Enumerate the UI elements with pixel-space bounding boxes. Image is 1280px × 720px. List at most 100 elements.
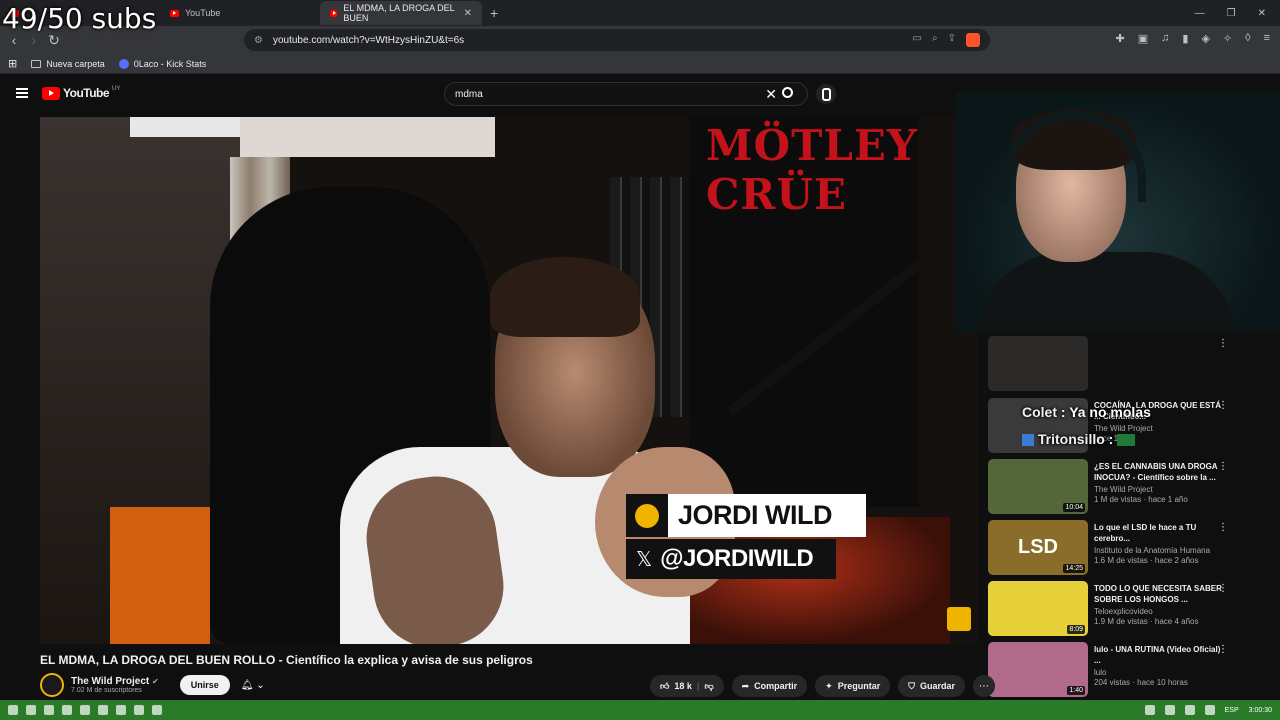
share-button[interactable]: ➦ Compartir — [731, 675, 808, 697]
site-info-icon[interactable]: ⚙ — [254, 35, 263, 46]
brave-icon[interactable] — [44, 705, 54, 715]
explorer-icon[interactable] — [26, 705, 36, 715]
more-options-icon[interactable]: ⋮ — [1218, 461, 1228, 472]
duration-badge: 8:09 — [1067, 625, 1085, 634]
more-options-icon[interactable]: ⋮ — [1218, 400, 1228, 411]
tray-icon[interactable] — [1164, 705, 1175, 715]
rec-views: 1.9 M de vistas · hace 4 años — [1094, 617, 1199, 627]
close-window-icon[interactable]: ✕ — [1258, 8, 1266, 19]
bookmark-item[interactable]: Nueva carpeta — [31, 59, 105, 69]
save-icon: ⛉ — [908, 680, 915, 691]
ask-button[interactable]: ✦ Preguntar — [815, 675, 891, 697]
list-item[interactable]: 10:04 ¿ES EL CANNABIS UNA DROGA INOCUA? … — [988, 459, 1273, 520]
share-icon[interactable]: ⇪ — [948, 33, 956, 47]
shield-icon[interactable]: ◊ — [1245, 32, 1250, 45]
chat-text: : Ya no molas — [1060, 404, 1151, 420]
wifi-icon[interactable] — [1184, 705, 1195, 715]
list-item[interactable]: 8:09 TODO LO QUE NECESITA SABER SOBRE LO… — [988, 581, 1273, 642]
discord-icon[interactable] — [62, 705, 72, 715]
voice-search-icon[interactable] — [816, 84, 836, 104]
tab-label: YouTube — [185, 8, 221, 18]
clock[interactable]: 3:00:30 — [1249, 707, 1272, 714]
video-meta — [1094, 336, 1222, 398]
list-item[interactable]: LSD 14:25 Lo que el LSD le hace a TU cer… — [988, 520, 1273, 581]
video-actions: 👍︎ 18 k | 👎︎ ➦ Compartir ✦ Preguntar ⛉ G… — [650, 675, 996, 697]
language-indicator[interactable]: ESP — [1225, 707, 1239, 714]
youtube-logo[interactable]: YouTube UY — [42, 86, 120, 100]
hamburger-menu-icon[interactable] — [16, 88, 28, 98]
minimize-icon[interactable]: — — [1195, 8, 1205, 19]
channel-row: The Wild Project ✔ 7.02 M de suscriptore… — [40, 673, 265, 697]
clear-search-icon[interactable]: ✕ — [765, 86, 777, 103]
video-thumbnail[interactable]: LSD 14:25 — [988, 520, 1088, 575]
kick-icon — [118, 58, 129, 69]
channel-name-text: The Wild Project — [71, 676, 150, 687]
duration-badge: 14:25 — [1063, 564, 1085, 573]
list-item[interactable]: 1:40 lulo - UNA RUTINA (Video Oficial) .… — [988, 642, 1273, 703]
leo-icon[interactable]: ✧ — [1223, 32, 1232, 45]
more-actions-icon[interactable]: ⋯ — [973, 675, 996, 697]
menu-icon[interactable]: ≡ — [1264, 32, 1270, 45]
sidebar-icon[interactable]: ▮ — [1182, 32, 1188, 45]
save-button[interactable]: ⛉ Guardar — [898, 675, 966, 697]
wallet-icon[interactable]: ▣ — [1138, 32, 1148, 45]
tab-active[interactable]: EL MDMA, LA DROGA DEL BUEN ✕ — [320, 1, 482, 25]
brave-shield-icon[interactable] — [966, 33, 980, 47]
bookmark-item[interactable]: 0Laco - Kick Stats — [118, 58, 206, 69]
extensions-icon[interactable]: ✚ — [1116, 32, 1125, 45]
video-thumbnail[interactable]: 10:04 — [988, 459, 1088, 514]
lower-third-name-text: JORDI WILD — [678, 500, 833, 530]
address-bar[interactable]: ⚙ youtube.com/watch?v=WtHzysHinZU&t=6s ▭… — [244, 29, 990, 51]
like-button[interactable]: 👍︎ 18 k | 👎︎ — [650, 675, 724, 697]
more-options-icon[interactable]: ⋮ — [1218, 522, 1228, 533]
join-button[interactable]: Unirse — [179, 675, 230, 695]
spotify-icon[interactable] — [134, 705, 144, 715]
new-tab-icon[interactable]: + — [482, 5, 506, 21]
start-icon[interactable] — [8, 705, 18, 715]
video-thumbnail[interactable] — [988, 336, 1088, 391]
rec-views: 1 M de vistas · hace 1 año — [1094, 495, 1188, 505]
rec-title: lulo - UNA RUTINA (Video Oficial) ... — [1094, 645, 1221, 666]
volume-icon[interactable] — [1204, 705, 1215, 715]
chat-user: Tritonsillo — [1037, 431, 1105, 447]
bell-icon[interactable]: 🔔︎ ⌄ — [241, 680, 265, 691]
channel-watermark-icon — [947, 607, 971, 631]
wild-project-logo-icon — [626, 494, 668, 537]
tray-icon[interactable] — [1144, 705, 1155, 715]
close-tab-icon[interactable]: ✕ — [464, 8, 472, 19]
tab-youtube[interactable]: YouTube — [160, 1, 320, 25]
chat-message: Tritonsillo : — [1022, 429, 1136, 450]
music-icon[interactable]: ♫ — [1161, 32, 1169, 45]
app-icon[interactable] — [116, 705, 126, 715]
emote-icon — [1117, 434, 1136, 447]
zoom-icon[interactable]: ⌕ — [932, 33, 938, 47]
subscriber-count: 7.02 M de suscriptores — [71, 687, 142, 694]
search-input[interactable]: mdma ✕ — [444, 82, 808, 106]
app-icon[interactable] — [80, 705, 90, 715]
more-options-icon[interactable]: ⋮ — [1218, 644, 1228, 655]
video-player[interactable]: MÖTLEY CRÜE JORDI WILD 𝕏 @JORDIWILD — [40, 117, 978, 644]
window-controls: — ❐ ✕ — [1195, 8, 1280, 19]
more-options-icon[interactable]: ⋮ — [1218, 338, 1228, 349]
obs-icon[interactable] — [98, 705, 108, 715]
list-item[interactable]: ⋮ — [988, 336, 1273, 398]
vpn-icon[interactable]: ◈ — [1201, 32, 1209, 45]
cast-icon[interactable]: ▭ — [913, 33, 922, 47]
bookmarks-bar: ⊞ Nueva carpeta 0Laco - Kick Stats — [0, 54, 1280, 74]
subs-counter: 49/50 subs — [2, 2, 157, 35]
restore-icon[interactable]: ❐ — [1227, 8, 1236, 19]
apps-grid-icon[interactable]: ⊞ — [8, 57, 17, 70]
rec-title: TODO LO QUE NECESITA SABER SOBRE LOS HON… — [1094, 584, 1222, 605]
app-icon[interactable] — [152, 705, 162, 715]
search-icon[interactable] — [782, 87, 793, 98]
video-thumbnail[interactable]: 8:09 — [988, 581, 1088, 636]
video-person-hair — [490, 257, 640, 337]
thumbs-down-icon[interactable]: 👎︎ — [704, 681, 713, 692]
video-thumbnail[interactable]: 1:40 — [988, 642, 1088, 697]
rec-views: 204 vistas · hace 10 horas — [1094, 678, 1188, 688]
video-meta: lulo - UNA RUTINA (Video Oficial) ... lu… — [1094, 642, 1222, 703]
channel-name[interactable]: The Wild Project ✔ — [71, 676, 159, 687]
channel-avatar[interactable] — [40, 673, 64, 697]
more-options-icon[interactable]: ⋮ — [1218, 583, 1228, 594]
duration-badge: 10:04 — [1063, 503, 1085, 512]
